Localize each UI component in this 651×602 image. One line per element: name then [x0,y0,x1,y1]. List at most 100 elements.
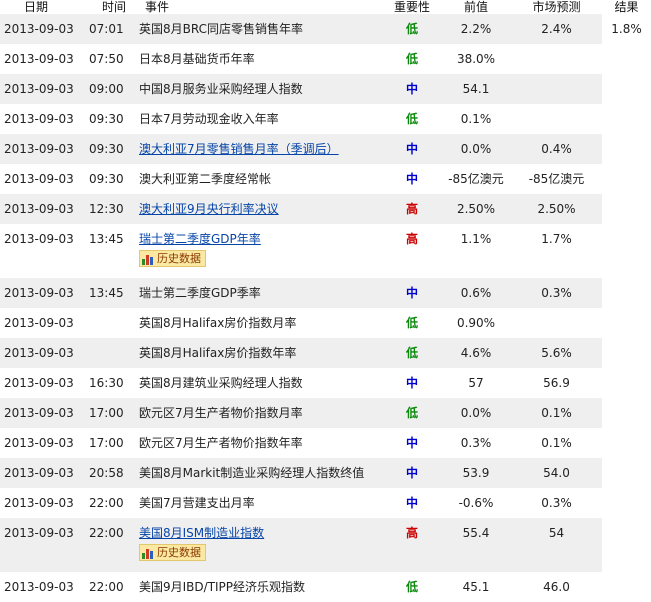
cell-time: 07:01 [84,14,139,44]
cell-actual: 1.8% [602,14,651,44]
cell-date: 2013-09-03 [0,278,84,308]
calendar-rows: 2013-09-03 07:01 英国8月BRC同店零售销售年率低 2.2% 2.4% 1… [0,14,651,602]
table-row: 2013-09-03 07:50 日本8月基础货币年率 低 38.0% [0,44,651,74]
cell-forecast: 1.7% [511,224,602,278]
cell-forecast: 56.9 [511,368,602,398]
event-name: 美国9月IBD/TIPP经济乐观指数 [139,580,306,594]
cell-previous: 53.9 [441,458,511,488]
cell-importance: 高 [383,518,441,572]
table-row: 2013-09-03 09:30 澳大利亚7月零售销售月率（季调后）中 0.0% 0.4… [0,134,651,164]
cell-importance: 低 [383,14,441,44]
cell-actual [602,488,651,518]
cell-actual [602,458,651,488]
cell-event: 澳大利亚第二季度经常帐 [139,164,383,194]
cell-time: 09:30 [84,104,139,134]
table-row: 2013-09-03 09:00 中国8月服务业采购经理人指数 中 54.1 [0,74,651,104]
cell-previous: 0.90% [441,308,511,338]
cell-importance: 中 [383,458,441,488]
cell-previous: 2.2% [441,14,511,44]
cell-date: 2013-09-03 [0,428,84,458]
header-actual: 结果 [602,0,651,14]
table-row: 2013-09-03 22:00 美国8月ISM制造业指数 历史数据高 55.4 54 [0,518,651,572]
cell-date: 2013-09-03 [0,224,84,278]
cell-previous: 0.1% [441,104,511,134]
cell-forecast: -85亿澳元 [511,164,602,194]
cell-actual [602,518,651,572]
cell-forecast: 0.1% [511,428,602,458]
cell-event: 中国8月服务业采购经理人指数 [139,74,383,104]
cell-time: 09:30 [84,164,139,194]
cell-importance: 中 [383,278,441,308]
cell-forecast [511,104,602,134]
event-name: 美国8月Markit制造业采购经理人指数终值 [139,466,365,480]
cell-time: 22:00 [84,518,139,572]
history-data-button[interactable]: 历史数据 [139,250,206,267]
cell-event: 澳大利亚7月零售销售月率（季调后） [139,134,383,164]
cell-actual [602,572,651,602]
cell-actual [602,428,651,458]
cell-time: 22:00 [84,488,139,518]
cell-date: 2013-09-03 [0,44,84,74]
cell-importance: 低 [383,572,441,602]
cell-previous: 0.6% [441,278,511,308]
event-link[interactable]: 澳大利亚9月央行利率决议 [139,201,383,217]
event-name: 中国8月服务业采购经理人指数 [139,82,303,96]
cell-time: 09:30 [84,134,139,164]
cell-event: 美国7月营建支出月率 [139,488,383,518]
cell-event: 欧元区7月生产者物价指数月率 [139,398,383,428]
cell-previous: 38.0% [441,44,511,74]
table-row: 2013-09-03 英国8月Halifax房价指数年率 低 4.6% 5.6% [0,338,651,368]
event-link[interactable]: 美国8月ISM制造业指数 [139,525,383,541]
event-link[interactable]: 澳大利亚7月零售销售月率（季调后） [139,141,383,157]
economic-calendar-table: 日期 时间 事件 重要性 前值 市场预测 结果 2013-09-03 07:01 英… [0,0,651,602]
cell-forecast: 54.0 [511,458,602,488]
event-name: 欧元区7月生产者物价指数年率 [139,436,303,450]
cell-previous: 2.50% [441,194,511,224]
event-link[interactable]: 瑞士第二季度GDP年率 [139,231,383,247]
cell-previous: 0.0% [441,134,511,164]
cell-date: 2013-09-03 [0,74,84,104]
bar-chart-icon [142,253,154,265]
cell-date: 2013-09-03 [0,134,84,164]
cell-forecast [511,74,602,104]
cell-event: 英国8月Halifax房价指数月率 [139,308,383,338]
cell-importance: 低 [383,104,441,134]
event-name: 英国8月Halifax房价指数年率 [139,346,297,360]
cell-importance: 高 [383,194,441,224]
table-row: 2013-09-03 09:30 澳大利亚第二季度经常帐中 -85亿澳元 -85亿澳元 [0,164,651,194]
cell-event: 澳大利亚9月央行利率决议 [139,194,383,224]
cell-event: 美国8月ISM制造业指数 历史数据 [139,518,383,572]
table-row: 2013-09-03 22:00 美国7月营建支出月率 中 -0.6% 0.3% [0,488,651,518]
history-data-label: 历史数据 [157,251,201,265]
cell-forecast: 2.50% [511,194,602,224]
header-time: 时间 [84,0,139,14]
cell-date: 2013-09-03 [0,458,84,488]
table-row: 2013-09-03 13:45 瑞士第二季度GDP年率 历史数据高 1.1% 1.7% [0,224,651,278]
table-row: 2013-09-03 英国8月Halifax房价指数月率 低 0.90% [0,308,651,338]
table-row: 2013-09-03 09:30 日本7月劳动现金收入年率 低 0.1% [0,104,651,134]
cell-previous: -0.6% [441,488,511,518]
cell-event: 瑞士第二季度GDP年率历史数据 [139,224,383,278]
cell-forecast: 2.4% [511,14,602,44]
cell-event: 英国8月Halifax房价指数年率 [139,338,383,368]
cell-date: 2013-09-03 [0,368,84,398]
cell-importance: 低 [383,338,441,368]
cell-date: 2013-09-03 [0,338,84,368]
cell-time: 16:30 [84,368,139,398]
history-data-button[interactable]: 历史数据 [139,544,206,561]
cell-forecast: 5.6% [511,338,602,368]
cell-time: 12:30 [84,194,139,224]
event-name: 英国8月建筑业采购经理人指数 [139,376,303,390]
cell-actual [602,278,651,308]
cell-event: 英国8月BRC同店零售销售年率 [139,14,383,44]
table-row: 2013-09-03 17:00 欧元区7月生产者物价指数月率 低 0.0% 0.1% [0,398,651,428]
cell-importance: 高 [383,224,441,278]
cell-previous: 0.0% [441,398,511,428]
table-row: 2013-09-03 07:01 英国8月BRC同店零售销售年率 低 2.2% 2.4% 1… [0,14,651,44]
cell-event: 美国9月IBD/TIPP经济乐观指数 [139,572,383,602]
cell-actual [602,368,651,398]
cell-date: 2013-09-03 [0,572,84,602]
cell-time: 13:45 [84,278,139,308]
cell-previous: 54.1 [441,74,511,104]
header-date: 日期 [0,0,84,14]
